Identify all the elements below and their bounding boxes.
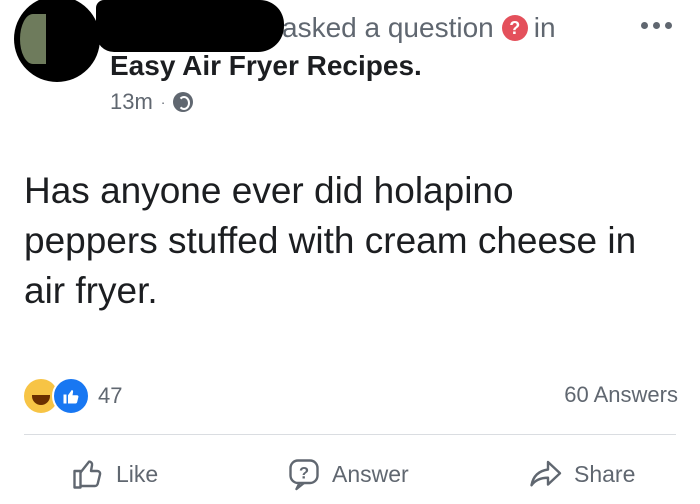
dot-2 [653,22,660,29]
answers-count-link[interactable]: 60 Answers [564,382,678,408]
dot-1 [641,22,648,29]
svg-text:?: ? [299,465,309,483]
answer-button[interactable]: ? Answer [286,450,409,498]
like-reaction-icon [52,377,90,415]
share-button[interactable]: Share [526,450,635,498]
action-bar: Like ? Answer Share [0,450,700,498]
reaction-count: 47 [98,383,123,408]
more-options-icon[interactable] [641,22,672,29]
question-badge-icon: ? [501,15,528,41]
question-bubble-icon: ? [289,459,319,491]
reactions-summary[interactable]: 47 [22,376,122,416]
post-meta: 13m · [110,88,194,116]
header-action: asked a question ? in [282,8,556,48]
share-arrow-icon [530,460,562,487]
divider [24,434,676,435]
in-text: in [533,12,556,43]
thumbs-up-icon [73,460,102,489]
share-label: Share [574,460,636,487]
asked-question-text: asked a question [282,12,494,43]
like-button[interactable]: Like [70,450,158,498]
group-name-link[interactable]: Easy Air Fryer Recipes. [110,50,422,82]
redacted-author-name [96,0,284,52]
post-text: Has anyone ever did holapino peppers stu… [24,170,637,311]
avatar[interactable] [14,0,100,82]
meta-separator: · [160,94,166,110]
dot-3 [665,22,672,29]
globe-icon [173,92,194,112]
answer-label: Answer [332,460,409,487]
timestamp[interactable]: 13m [110,89,153,115]
like-label: Like [116,460,159,487]
